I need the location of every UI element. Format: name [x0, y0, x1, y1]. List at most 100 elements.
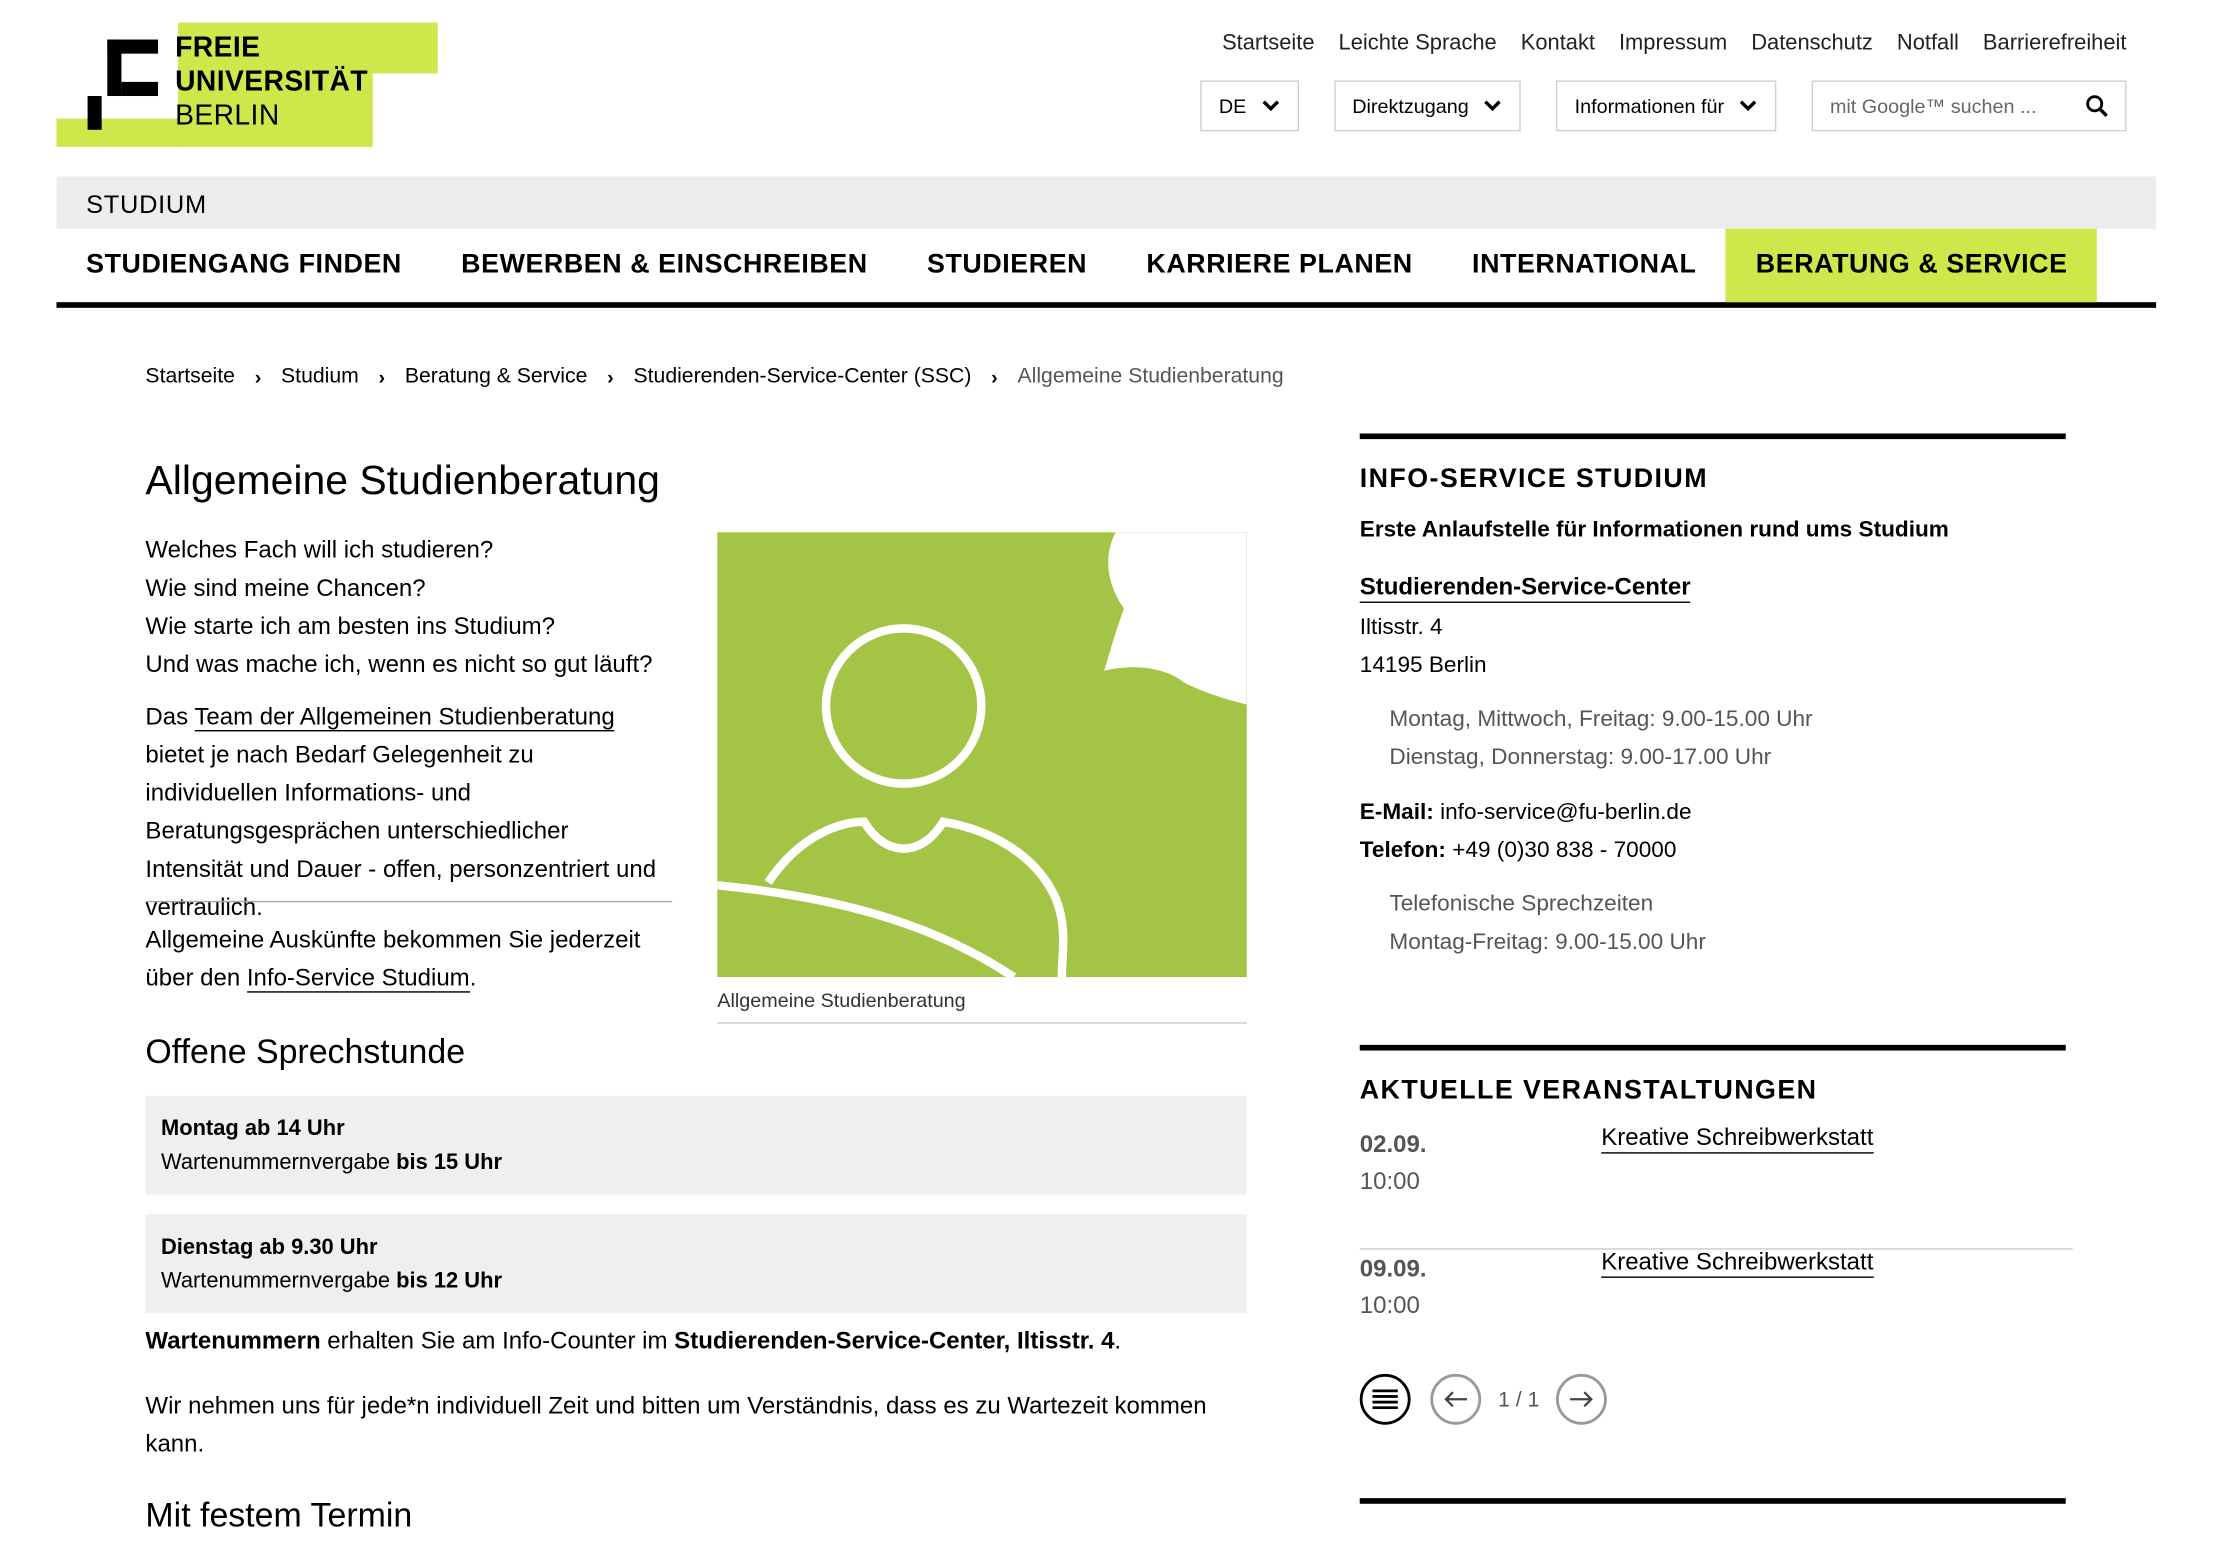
service-links: Startseite Leichte Sprache Kontakt Impre…: [1222, 31, 2126, 56]
breadcrumb-current: Allgemeine Studienberatung: [1017, 364, 1284, 389]
nav-studieren[interactable]: STUDIEREN: [897, 229, 1116, 302]
logo-mark-icon: [87, 39, 159, 130]
search-input[interactable]: mit Google™ suchen ...: [1811, 80, 2127, 132]
chevron-right-icon: ›: [378, 365, 386, 388]
nav-international[interactable]: INTERNATIONAL: [1442, 229, 1726, 302]
informationen-select[interactable]: Informationen für: [1556, 80, 1777, 132]
breadcrumb-item[interactable]: Studium: [281, 364, 359, 388]
phone-line: Telefon: +49 (0)30 838 - 70000: [1360, 832, 1692, 870]
main-navigation: STUDIENGANG FINDEN BEWERBEN & EINSCHREIB…: [56, 228, 2157, 308]
person-illustration: [717, 532, 1247, 978]
chevron-right-icon: ›: [607, 365, 614, 388]
chevron-right-icon: ›: [991, 365, 998, 388]
info-service-link[interactable]: Info-Service Studium: [246, 964, 470, 993]
breadcrumb-item[interactable]: Startseite: [145, 364, 234, 388]
city: 14195 Berlin: [1359, 653, 1487, 678]
chevron-down-icon: [1739, 100, 1757, 112]
divider: [1359, 433, 2066, 440]
text: .: [1114, 1327, 1122, 1355]
figure: Allgemeine Studienberatung: [717, 532, 1247, 1024]
question: Wie starte ich am besten ins Studium?: [145, 612, 556, 640]
phone-number[interactable]: +49 (0)30 838 - 70000: [1446, 839, 1676, 863]
link-datenschutz[interactable]: Datenschutz: [1751, 31, 1873, 56]
figure-caption: Allgemeine Studienberatung: [717, 988, 1247, 1024]
email-link[interactable]: info-service@fu-berlin.de: [1434, 801, 1691, 825]
info-paragraph: Allgemeine Auskünfte bekommen Sie jederz…: [145, 921, 682, 997]
street: Iltisstr. 4: [1359, 615, 1443, 640]
nav-bewerben-einschreiben[interactable]: BEWERBEN & EINSCHREIBEN: [432, 229, 898, 302]
waiting-time-info: Wir nehmen uns für jede*n individuell Ze…: [145, 1392, 1207, 1458]
page-title: Allgemeine Studienberatung: [145, 458, 660, 505]
info-service-box: INFO-SERVICE STUDIUM Erste Anlaufstelle …: [1359, 433, 2066, 955]
text: .: [469, 964, 477, 992]
slot-detail: Wartenummernvergabe bis 12 Uhr: [161, 1265, 1231, 1299]
link-kontakt[interactable]: Kontakt: [1521, 31, 1595, 56]
next-page-button[interactable]: [1556, 1373, 1608, 1425]
previous-page-button[interactable]: [1430, 1373, 1482, 1425]
events-title: AKTUELLE VERANSTALTUNGEN: [1359, 1075, 1818, 1106]
text: Wartenummernvergabe: [160, 1150, 397, 1175]
event-time: 10:00: [1359, 1291, 1420, 1319]
breadcrumb-item[interactable]: Beratung & Service: [405, 364, 588, 388]
consultation-slot: Dienstag ab 9.30 Uhr Wartenummernvergabe…: [145, 1214, 1247, 1314]
event-title-link[interactable]: Kreative Schreibwerkstatt: [1601, 1248, 1874, 1278]
email-line: E-Mail: info-service@fu-berlin.de: [1360, 794, 1692, 832]
search-icon[interactable]: [2086, 95, 2109, 118]
contact-info: E-Mail: info-service@fu-berlin.de Telefo…: [1360, 794, 1692, 870]
text: bietet je nach Bedarf Gelegenheit zu ind…: [145, 741, 657, 921]
event-datetime: 02.09. 10:00: [1360, 1127, 1427, 1200]
link-notfall[interactable]: Notfall: [1897, 31, 1959, 56]
fu-berlin-logo[interactable]: FREIE UNIVERSITÄT BERLIN: [56, 22, 438, 147]
link-leichte-sprache[interactable]: Leichte Sprache: [1339, 31, 1497, 56]
direktzugang-label: Direktzugang: [1352, 94, 1469, 118]
team-link[interactable]: Team der Allgemeinen Studienberatung: [194, 703, 615, 732]
email-label: E-Mail:: [1359, 800, 1434, 825]
chevron-down-icon: [1484, 100, 1501, 112]
phone-hours-label: Telefonische Sprechzeiten: [1389, 892, 1654, 917]
info-service-title: INFO-SERVICE STUDIUM: [1359, 464, 1708, 495]
breadcrumb: Startseite › Studium › Beratung & Servic…: [145, 364, 1283, 388]
page-indicator: 1 / 1: [1498, 1387, 1540, 1412]
link-impressum[interactable]: Impressum: [1619, 31, 1727, 56]
link-startseite[interactable]: Startseite: [1222, 31, 1314, 56]
language-select[interactable]: DE: [1200, 80, 1299, 132]
link-barrierefreiheit[interactable]: Barrierefreiheit: [1983, 31, 2127, 56]
event-time: 10:00: [1359, 1167, 1420, 1195]
ssc-link[interactable]: Studierenden-Service-Center: [1359, 573, 1691, 603]
logo-line3: BERLIN: [175, 100, 280, 132]
intro-questions: Welches Fach will ich studieren? Wie sin…: [145, 531, 682, 683]
slot-title: Dienstag ab 9.30 Uhr: [160, 1235, 378, 1260]
question: Und was mache ich, wenn es nicht so gut …: [145, 650, 653, 678]
search-placeholder: mit Google™ suchen ...: [1829, 94, 2037, 118]
nav-beratung-service[interactable]: BERATUNG & SERVICE: [1726, 228, 2098, 303]
direktzugang-select[interactable]: Direktzugang: [1333, 80, 1521, 132]
event-date: 09.09.: [1359, 1255, 1427, 1283]
event-item[interactable]: 02.09. 10:00 Kreative Schreibwerkstatt: [1359, 1124, 2073, 1250]
text: Studierenden-Service-Center, Iltisstr. 4: [674, 1327, 1115, 1355]
breadcrumb-item[interactable]: Studierenden-Service-Center (SSC): [634, 364, 972, 388]
text: bis 15 Uhr: [396, 1150, 502, 1175]
phone-hours-value: Montag-Freitag: 9.00-15.00 Uhr: [1389, 930, 1706, 955]
phone-hours: Telefonische Sprechzeiten Montag-Freitag…: [1389, 885, 1705, 961]
info-service-lead: Erste Anlaufstelle für Informationen run…: [1359, 518, 1949, 543]
section-title[interactable]: STUDIUM: [86, 191, 207, 221]
chevron-right-icon: ›: [254, 365, 262, 388]
logo-line2: UNIVERSITÄT: [175, 66, 369, 98]
text: Das: [145, 703, 195, 731]
consultation-slot: Montag ab 14 Uhr Wartenummernvergabe bis…: [145, 1095, 1247, 1195]
event-title-link[interactable]: Kreative Schreibwerkstatt: [1601, 1124, 1874, 1154]
hours-line: Montag, Mittwoch, Freitag: 9.00-15.00 Uh…: [1389, 707, 1813, 732]
language-label: DE: [1218, 94, 1247, 118]
person-icon: [717, 532, 1247, 978]
team-paragraph: Das Team der Allgemeinen Studienberatung…: [145, 698, 670, 927]
nav-karriere-planen[interactable]: KARRIERE PLANEN: [1117, 229, 1443, 302]
nav-studiengang-finden[interactable]: STUDIENGANG FINDEN: [56, 229, 431, 302]
list-view-button[interactable]: [1359, 1373, 1411, 1425]
hours-line: Dienstag, Donnerstag: 9.00-17.00 Uhr: [1389, 745, 1772, 770]
header-controls: DE Direktzugang Informationen für mit Go…: [1200, 80, 2127, 132]
event-item[interactable]: 09.09. 10:00 Kreative Schreibwerkstatt: [1359, 1248, 2073, 1372]
informationen-label: Informationen für: [1574, 94, 1725, 118]
divider: [145, 900, 673, 903]
question: Wie sind meine Chancen?: [145, 574, 426, 602]
chevron-down-icon: [1262, 100, 1279, 112]
